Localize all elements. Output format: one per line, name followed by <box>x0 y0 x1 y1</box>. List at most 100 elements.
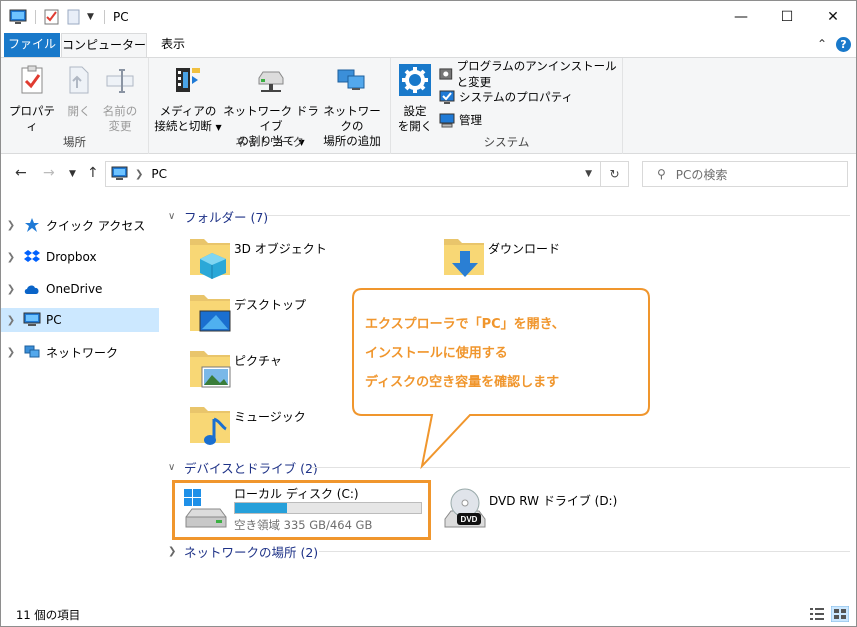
computer-icon[interactable] <box>9 8 29 26</box>
settings-label-line1: 設定 <box>403 104 427 118</box>
minimize-button[interactable]: — <box>718 1 764 33</box>
3d-objects-icon[interactable] <box>186 233 234 281</box>
folder-name-desktop[interactable]: デスクトップ <box>234 296 306 313</box>
sidebar-item-label: クイック アクセス <box>46 218 146 233</box>
properties-check-icon[interactable] <box>44 8 60 26</box>
address-bar[interactable]: ❯ PC ▼ <box>105 161 601 187</box>
rename-button[interactable]: 名前の 変更 <box>97 64 143 134</box>
ribbon: プロパティ 開く 名前の 変更 場所 メディアの 接続と切断 ▼ ネットワーク … <box>1 57 856 154</box>
group-label-system: システム <box>483 135 530 149</box>
system-properties-icon <box>439 90 455 104</box>
status-bar: 11 個の項目 <box>1 602 856 626</box>
callout-line-3: ディスクの空き容量を確認します <box>365 375 560 390</box>
folder-name-pictures[interactable]: ピクチャ <box>234 352 282 369</box>
media-icon <box>176 68 200 92</box>
item-count: 11 個の項目 <box>16 608 81 622</box>
search-input[interactable]: ⚲ PCの検索 <box>642 161 848 187</box>
section-folders-header[interactable]: ∨ フォルダー (7) <box>168 207 268 226</box>
settings-label-line2: を開く <box>397 119 433 133</box>
section-title: ネットワークの場所 (2) <box>184 545 319 560</box>
section-devices-header[interactable]: ∨ デバイスとドライブ (2) <box>168 458 318 477</box>
forward-button[interactable]: → <box>43 165 55 181</box>
map-drive-label-line1: ネットワーク ドライブ <box>223 104 319 133</box>
ribbon-group-network: メディアの 接続と切断 ▼ ネットワーク ドライブ の割り当て ▼ ネットワーク… <box>149 58 391 154</box>
open-label: 開く <box>67 104 91 118</box>
back-button[interactable]: ← <box>15 165 27 181</box>
local-disk-icon[interactable] <box>182 487 230 535</box>
sidebar-item-onedrive[interactable]: ❯ OneDrive <box>1 277 159 301</box>
section-divider <box>267 215 850 216</box>
dvd-drive-icon[interactable]: DVD <box>441 485 489 533</box>
expand-chevron-icon[interactable]: ❯ <box>1 347 21 358</box>
open-settings-button[interactable]: 設定 を開く <box>397 64 433 134</box>
section-network-header[interactable]: ❯ ネットワークの場所 (2) <box>168 542 318 561</box>
details-view-icon[interactable] <box>809 607 825 621</box>
quick-access-dropdown-icon[interactable]: ▼ <box>87 8 94 26</box>
download-folder-icon[interactable] <box>440 233 488 281</box>
group-label-location: 場所 <box>63 135 86 149</box>
folder-name-3d-objects[interactable]: 3D オブジェクト <box>234 240 327 257</box>
sidebar-item-label: Dropbox <box>46 250 97 264</box>
drive-d-name[interactable]: DVD RW ドライブ (D:) <box>489 492 617 509</box>
new-folder-icon[interactable] <box>67 8 81 26</box>
properties-label: プロパティ <box>9 104 55 133</box>
help-icon[interactable]: ? <box>836 37 851 52</box>
collapse-chevron-icon[interactable]: ∨ <box>168 211 180 222</box>
expand-chevron-icon[interactable]: ❯ <box>1 284 21 295</box>
breadcrumb-chevron-icon[interactable]: ❯ <box>135 169 143 180</box>
drive-c-usage-bar <box>234 502 422 514</box>
drive-c-name[interactable]: ローカル ディスク (C:) <box>234 485 359 502</box>
address-dropdown-icon[interactable]: ▼ <box>585 169 592 179</box>
tab-file[interactable]: ファイル <box>4 33 60 57</box>
folder-name-downloads[interactable]: ダウンロード <box>488 240 560 257</box>
large-icons-view-icon[interactable] <box>831 606 849 622</box>
recent-locations-dropdown[interactable]: ▼ <box>69 169 76 179</box>
uninstall-label: プログラムのアンインストールと変更 <box>456 59 617 89</box>
address-path[interactable]: PC <box>151 167 167 181</box>
expand-chevron-icon[interactable]: ❯ <box>1 315 21 326</box>
refresh-button[interactable]: ↻ <box>601 161 629 187</box>
network-drive-icon <box>258 71 284 92</box>
expand-chevron-icon[interactable]: ❯ <box>168 546 180 557</box>
rename-label-line2: 変更 <box>108 119 132 133</box>
pictures-folder-icon[interactable] <box>186 345 234 393</box>
star-icon <box>25 218 39 232</box>
properties-icon <box>21 65 43 94</box>
sidebar-item-quick-access[interactable]: ❯ クイック アクセス <box>1 213 159 237</box>
up-button[interactable]: ↑ <box>87 165 99 181</box>
manage-button[interactable]: 管理 <box>439 110 482 130</box>
collapse-chevron-icon[interactable]: ∨ <box>168 462 180 473</box>
collapse-ribbon-icon[interactable]: ⌃ <box>817 37 827 51</box>
media-label-line2: 接続と切断 ▼ <box>154 119 222 133</box>
network-location-icon <box>337 69 365 90</box>
open-button[interactable]: 開く <box>59 64 99 119</box>
sidebar-item-pc[interactable]: ❯ PC <box>1 308 159 332</box>
title-separator <box>35 10 36 24</box>
computer-icon <box>23 312 41 326</box>
expand-chevron-icon[interactable]: ❯ <box>1 220 21 231</box>
tab-computer[interactable]: コンピューター <box>61 33 147 58</box>
close-button[interactable]: ✕ <box>810 1 856 33</box>
sidebar-item-network[interactable]: ❯ ネットワーク <box>1 340 159 364</box>
callout-line-1: エクスプローラで「PC」を開き、 <box>365 317 565 332</box>
dvd-badge: DVD <box>461 515 478 524</box>
sidebar-item-dropbox[interactable]: ❯ Dropbox <box>1 245 159 269</box>
rename-icon <box>106 69 134 93</box>
music-folder-icon[interactable] <box>186 401 234 449</box>
computer-icon <box>111 166 128 180</box>
section-divider <box>312 467 850 468</box>
expand-chevron-icon[interactable]: ❯ <box>1 252 21 263</box>
properties-button[interactable]: プロパティ <box>7 64 57 134</box>
media-connect-button[interactable]: メディアの 接続と切断 ▼ <box>153 64 223 135</box>
group-label-network: ネットワーク <box>235 135 304 149</box>
navigation-pane: ❯ クイック アクセス ❯ Dropbox ❯ OneDrive ❯ PC ❯ … <box>1 197 161 601</box>
section-title: デバイスとドライブ (2) <box>184 461 318 476</box>
desktop-folder-icon[interactable] <box>186 289 234 337</box>
sidebar-item-label: PC <box>46 313 62 327</box>
folder-name-music[interactable]: ミュージック <box>234 408 306 425</box>
maximize-button[interactable]: ☐ <box>764 1 810 33</box>
navigation-bar: ← → ▼ ↑ ❯ PC ▼ ↻ ⚲ PCの検索 <box>1 155 856 195</box>
system-properties-button[interactable]: システムのプロパティ <box>439 87 573 107</box>
uninstall-programs-button[interactable]: プログラムのアンインストールと変更 <box>439 59 622 89</box>
tab-view[interactable]: 表示 <box>149 33 197 57</box>
